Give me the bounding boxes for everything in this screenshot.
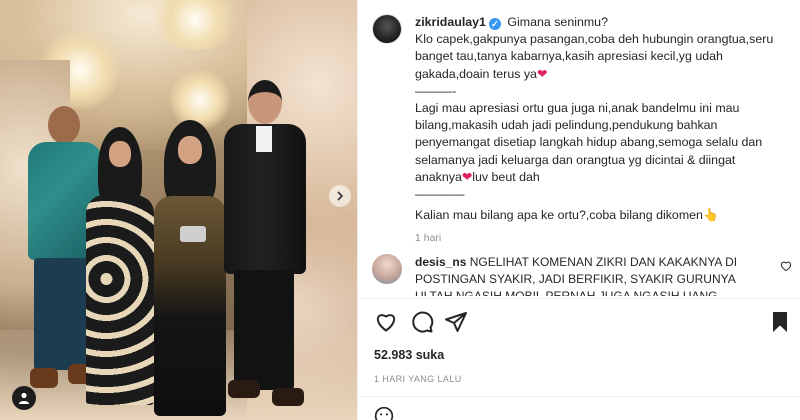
avatar[interactable] <box>372 254 402 284</box>
heart-outline-icon[interactable] <box>780 260 792 272</box>
caption-block: zikridaulay1 ✓ Gimana seninmu? Klo capek,… <box>372 14 792 248</box>
caption-timestamp[interactable]: 1 hari <box>415 230 787 247</box>
divider <box>358 396 800 397</box>
shoe <box>30 368 58 388</box>
clutch-bag <box>180 226 206 242</box>
caption-line: anaknya❤luv beut dah <box>415 169 787 186</box>
caption-text: luv beut dah <box>472 169 540 184</box>
face <box>178 136 202 164</box>
comment-text: desis_ns NGELIHAT KOMENAN ZIKRI DAN KAKA… <box>415 254 770 296</box>
comment-username-link[interactable]: desis_ns <box>415 255 466 269</box>
bookmark-icon[interactable] <box>768 310 792 334</box>
like-count[interactable]: 52.983 suka <box>374 348 444 362</box>
caption-line: ———- <box>415 83 457 98</box>
heart-outline-icon[interactable] <box>374 310 398 334</box>
caption-line: gakada,doain terus ya❤ <box>415 66 787 83</box>
action-bar <box>372 310 792 336</box>
caption-line: banget tau,tanya kabarnya,kasih apresias… <box>415 49 723 64</box>
shoe <box>272 388 304 406</box>
add-comment-bar <box>372 404 792 420</box>
caption-line: Lagi mau apresiasi ortu gua juga ni,anak… <box>415 101 740 116</box>
trousers <box>234 270 294 390</box>
person-zikri <box>220 80 310 420</box>
post-timestamp[interactable]: 1 HARI YANG LALU <box>374 374 462 384</box>
caption-line: penyemangat disetiap langkah hidup abang… <box>415 135 763 150</box>
user-tag-icon <box>19 392 29 404</box>
shoe <box>228 380 260 398</box>
comment-item: desis_ns NGELIHAT KOMENAN ZIKRI DAN KAKA… <box>372 254 792 296</box>
caption-text: Kalian mau bilang apa ke ortu?,coba bila… <box>415 208 703 223</box>
caption-line: ———— <box>415 187 465 202</box>
face <box>109 141 131 167</box>
post-details-panel: zikridaulay1 ✓ Gimana seninmu? Klo capek,… <box>357 0 800 420</box>
paper-plane-icon[interactable] <box>444 310 468 334</box>
caption-line: Kalian mau bilang apa ke ortu?,coba bila… <box>415 207 787 224</box>
dress <box>86 195 154 405</box>
caption-text: gakada,doain terus ya <box>415 66 537 81</box>
caption-line: bilang,makasih udah jadi pelindung,pendu… <box>415 118 718 133</box>
heart-emoji-icon: ❤ <box>461 169 473 184</box>
divider <box>358 298 800 299</box>
caption-text: anaknya <box>415 169 462 184</box>
caption-line: selamanya jadi keluarga dan orangtua yg … <box>415 152 736 167</box>
caption-line: zikridaulay1 ✓ Gimana seninmu? <box>415 14 787 31</box>
caption: zikridaulay1 ✓ Gimana seninmu? Klo capek,… <box>415 14 787 248</box>
username-link[interactable]: zikridaulay1 <box>415 15 486 29</box>
comment-bubble-icon[interactable] <box>410 310 434 334</box>
post-photo[interactable] <box>0 0 357 420</box>
user-tag-button[interactable] <box>12 386 36 410</box>
head <box>248 80 282 124</box>
caption-text: Gimana seninmu? <box>507 15 608 29</box>
chevron-right-icon <box>337 191 344 201</box>
shirt-collar <box>256 126 272 152</box>
hijab <box>164 120 216 208</box>
heart-emoji-icon: ❤ <box>536 66 548 81</box>
person-sister <box>150 118 230 418</box>
head <box>48 106 80 144</box>
avatar[interactable] <box>372 14 402 44</box>
verified-badge-icon: ✓ <box>488 18 501 30</box>
caption-line: Klo capek,gakpunya pasangan,coba deh hub… <box>415 32 774 47</box>
person-mother <box>80 125 160 415</box>
emoji-smiley-icon[interactable] <box>374 406 394 420</box>
next-photo-button[interactable] <box>329 185 351 207</box>
pointing-hand-emoji-icon: 👆 <box>702 208 719 223</box>
